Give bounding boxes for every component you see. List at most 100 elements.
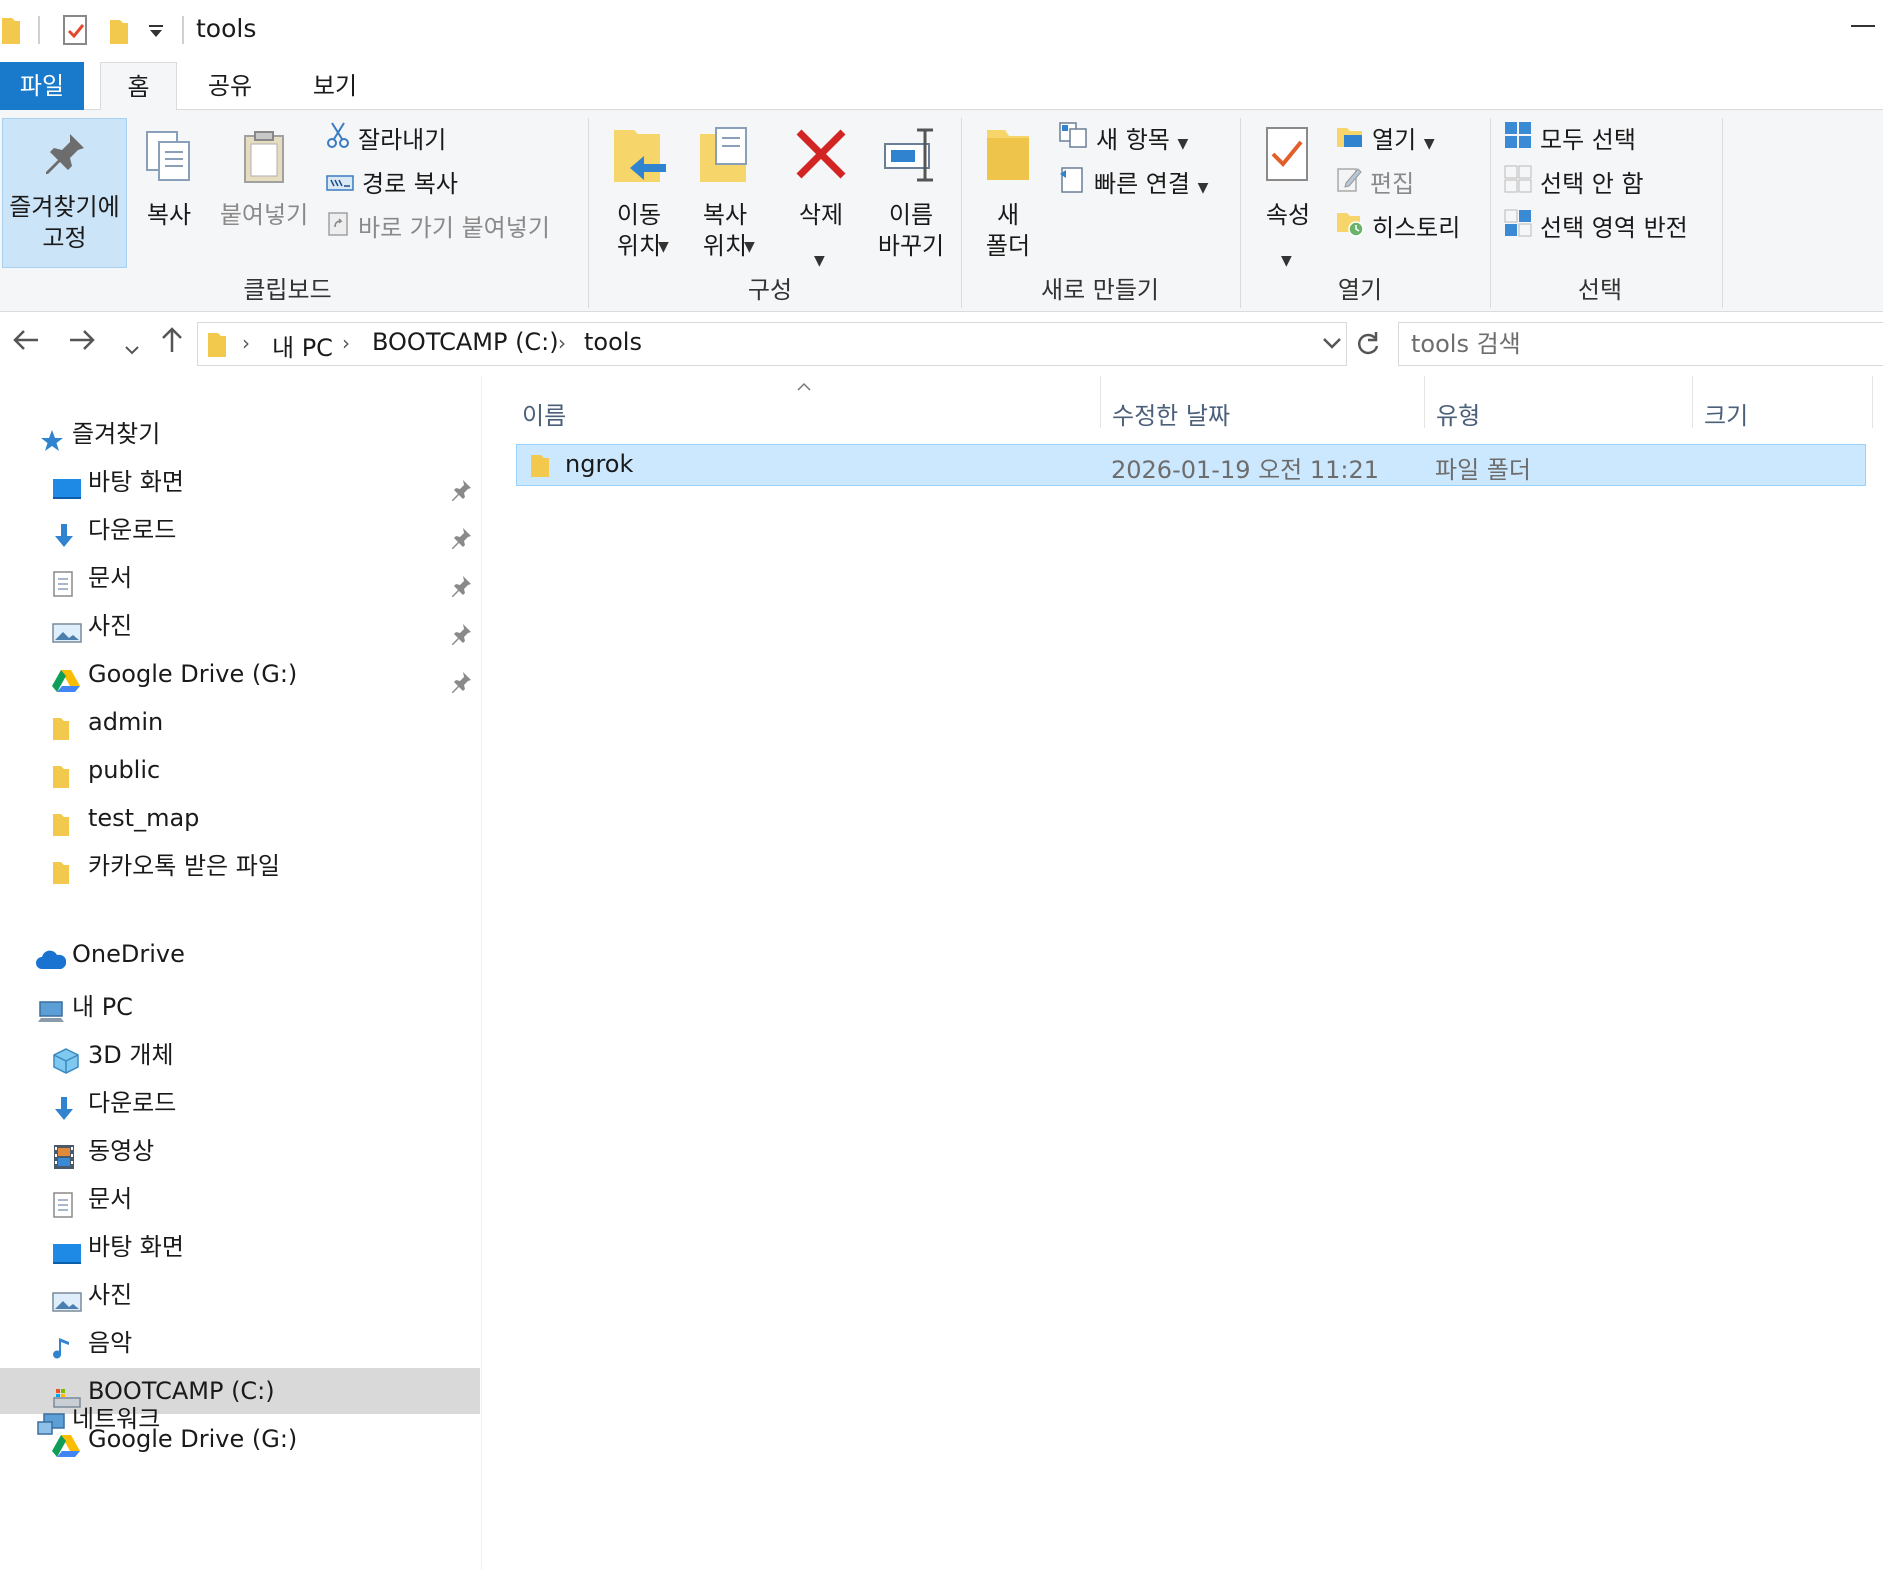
sidebar-item-바탕-화면[interactable]: 바탕 화면: [0, 1224, 480, 1270]
sidebar-item-admin[interactable]: admin: [0, 699, 480, 745]
select-all-button[interactable]: 모두 선택: [1504, 120, 1636, 160]
customize-toolbar-icon[interactable]: [148, 24, 164, 43]
invert-selection-button[interactable]: 선택 영역 반전: [1504, 208, 1688, 248]
open-button[interactable]: 열기 ▼: [1336, 120, 1435, 160]
minimize-button[interactable]: [1843, 0, 1883, 62]
ribbon: 즐겨찾기에 고정 복사 붙여넣기 잘라내기 경로 복사 바로 가기 붙여넣기 클…: [0, 110, 1883, 312]
nav-network[interactable]: 네트워크: [0, 1396, 480, 1442]
breadcrumb-this-pc[interactable]: 내 PC: [272, 328, 333, 363]
sidebar-item-동영상[interactable]: 동영상: [0, 1128, 480, 1174]
tab-home[interactable]: 홈: [100, 62, 177, 111]
ribbon-tabs: 파일 홈 공유 보기: [0, 62, 1883, 111]
sidebar-item-label: 사진: [88, 1281, 133, 1309]
history-button[interactable]: 히스토리: [1336, 208, 1460, 248]
chevron-down-icon: ▼: [1197, 180, 1209, 196]
recent-locations-button[interactable]: [124, 332, 140, 365]
address-bar[interactable]: › 내 PC › BOOTCAMP (C:) › tools: [197, 322, 1347, 366]
copy-to-label: 복사 위치: [702, 201, 748, 260]
new-folder-label: 새 폴더: [985, 201, 1031, 260]
search-field[interactable]: [1399, 323, 1883, 365]
properties-label: 속성: [1265, 201, 1311, 229]
new-item-label: 새 항목: [1096, 126, 1170, 154]
new-folder-icon[interactable]: [108, 14, 130, 50]
pin-quick-access[interactable]: 즐겨찾기에 고정: [2, 128, 127, 254]
copy-to-button[interactable]: 복사 위치 ▼: [686, 124, 764, 262]
folder-icon: [2, 14, 20, 48]
column-header-modified[interactable]: 수정한 날짜: [1112, 396, 1230, 431]
folder-icon: [52, 854, 70, 900]
copy-button[interactable]: 복사: [138, 128, 200, 231]
select-none-button[interactable]: 선택 안 함: [1504, 164, 1644, 204]
sidebar-item-사진[interactable]: 사진: [0, 1272, 480, 1318]
refresh-icon[interactable]: [1354, 330, 1380, 362]
navigation-pane: 즐겨찾기 바탕 화면 다운로드 문서 사진 Google Drive (G:) admin…: [0, 376, 482, 1570]
new-item-button[interactable]: 새 항목 ▼: [1058, 120, 1188, 160]
sidebar-item-3d-개체[interactable]: 3D 개체: [0, 1032, 480, 1078]
column-header-type[interactable]: 유형: [1436, 396, 1480, 431]
paste-shortcut-button[interactable]: 바로 가기 붙여넣기: [326, 208, 550, 248]
delete-button[interactable]: 삭제 ▼: [784, 124, 858, 269]
sidebar-item-google-drive-g[interactable]: Google Drive (G:): [0, 651, 480, 697]
column-header-name[interactable]: 이름: [522, 396, 566, 431]
breadcrumb-tools[interactable]: tools: [584, 328, 642, 356]
new-folder-button[interactable]: 새 폴더: [972, 124, 1044, 262]
table-row[interactable]: ngrok 2026-01-19 오전 11:21 파일 폴더: [516, 444, 1866, 486]
nav-quick-access[interactable]: 즐겨찾기: [0, 411, 480, 457]
easy-access-button[interactable]: 빠른 연결 ▼: [1058, 164, 1208, 204]
copy-path-button[interactable]: 경로 복사: [326, 164, 458, 204]
paste-icon: [214, 128, 314, 194]
chevron-right-icon: ›: [242, 331, 250, 355]
rename-button[interactable]: 이름 바꾸기: [866, 124, 956, 262]
move-to-button[interactable]: 이동 위치 ▼: [600, 124, 678, 262]
breadcrumb-bootcamp[interactable]: BOOTCAMP (C:): [372, 328, 559, 356]
sidebar-item-label: 동영상: [88, 1137, 155, 1165]
sidebar-item-label: 사진: [88, 612, 133, 640]
select-all-label: 모두 선택: [1540, 126, 1636, 154]
invert-selection-icon: [1504, 209, 1532, 249]
column-header-size[interactable]: 크기: [1704, 396, 1748, 431]
cut-button[interactable]: 잘라내기: [326, 120, 446, 160]
sidebar-item-다운로드[interactable]: 다운로드: [0, 507, 480, 553]
nav-onedrive[interactable]: OneDrive: [0, 931, 480, 977]
properties-icon: [1252, 124, 1324, 194]
sidebar-item-label: 바탕 화면: [88, 468, 184, 496]
properties-button[interactable]: 속성 ▼: [1252, 124, 1324, 269]
select-all-icon: [1504, 121, 1532, 161]
cut-label: 잘라내기: [358, 126, 447, 154]
file-modified: 2026-01-19 오전 11:21: [1111, 456, 1380, 484]
back-button[interactable]: [12, 326, 40, 361]
address-bar-row: › 내 PC › BOOTCAMP (C:) › tools: [0, 312, 1883, 376]
edit-icon: [1336, 165, 1362, 205]
sidebar-item-음악[interactable]: 음악: [0, 1320, 480, 1366]
sidebar-item-문서[interactable]: 문서: [0, 555, 480, 601]
tab-view[interactable]: 보기: [295, 62, 375, 110]
tab-share[interactable]: 공유: [190, 62, 270, 110]
history-label: 히스토리: [1372, 214, 1461, 242]
copy-label: 복사: [146, 201, 192, 229]
sidebar-item-바탕-화면[interactable]: 바탕 화면: [0, 459, 480, 505]
sidebar-item-label: 바탕 화면: [88, 1233, 184, 1261]
tab-file[interactable]: 파일: [0, 62, 84, 110]
file-type: 파일 폴더: [1435, 456, 1531, 484]
up-button[interactable]: [160, 326, 184, 361]
file-name: ngrok: [565, 450, 634, 478]
properties-icon[interactable]: [62, 14, 90, 50]
open-label: 열기: [1372, 126, 1417, 154]
sidebar-item-다운로드[interactable]: 다운로드: [0, 1080, 480, 1126]
sidebar-item-public[interactable]: public: [0, 747, 480, 793]
forward-button[interactable]: [68, 326, 96, 361]
address-dropdown-icon[interactable]: [1322, 335, 1342, 355]
sidebar-item-label: 다운로드: [88, 516, 177, 544]
sidebar-item-사진[interactable]: 사진: [0, 603, 480, 649]
sidebar-item-문서[interactable]: 문서: [0, 1176, 480, 1222]
nav-this-pc[interactable]: 내 PC: [0, 984, 480, 1030]
sidebar-item-test-map[interactable]: test_map: [0, 795, 480, 841]
search-input[interactable]: [1398, 322, 1883, 366]
edit-button[interactable]: 편집: [1336, 164, 1414, 204]
sidebar-item-카카오톡-받은-파일[interactable]: 카카오톡 받은 파일: [0, 843, 480, 889]
paste-button[interactable]: 붙여넣기: [214, 128, 314, 231]
easy-access-label: 빠른 연결: [1094, 170, 1190, 198]
folder-icon: [206, 329, 228, 363]
edit-label: 편집: [1370, 170, 1415, 198]
open-icon: [1336, 121, 1364, 161]
